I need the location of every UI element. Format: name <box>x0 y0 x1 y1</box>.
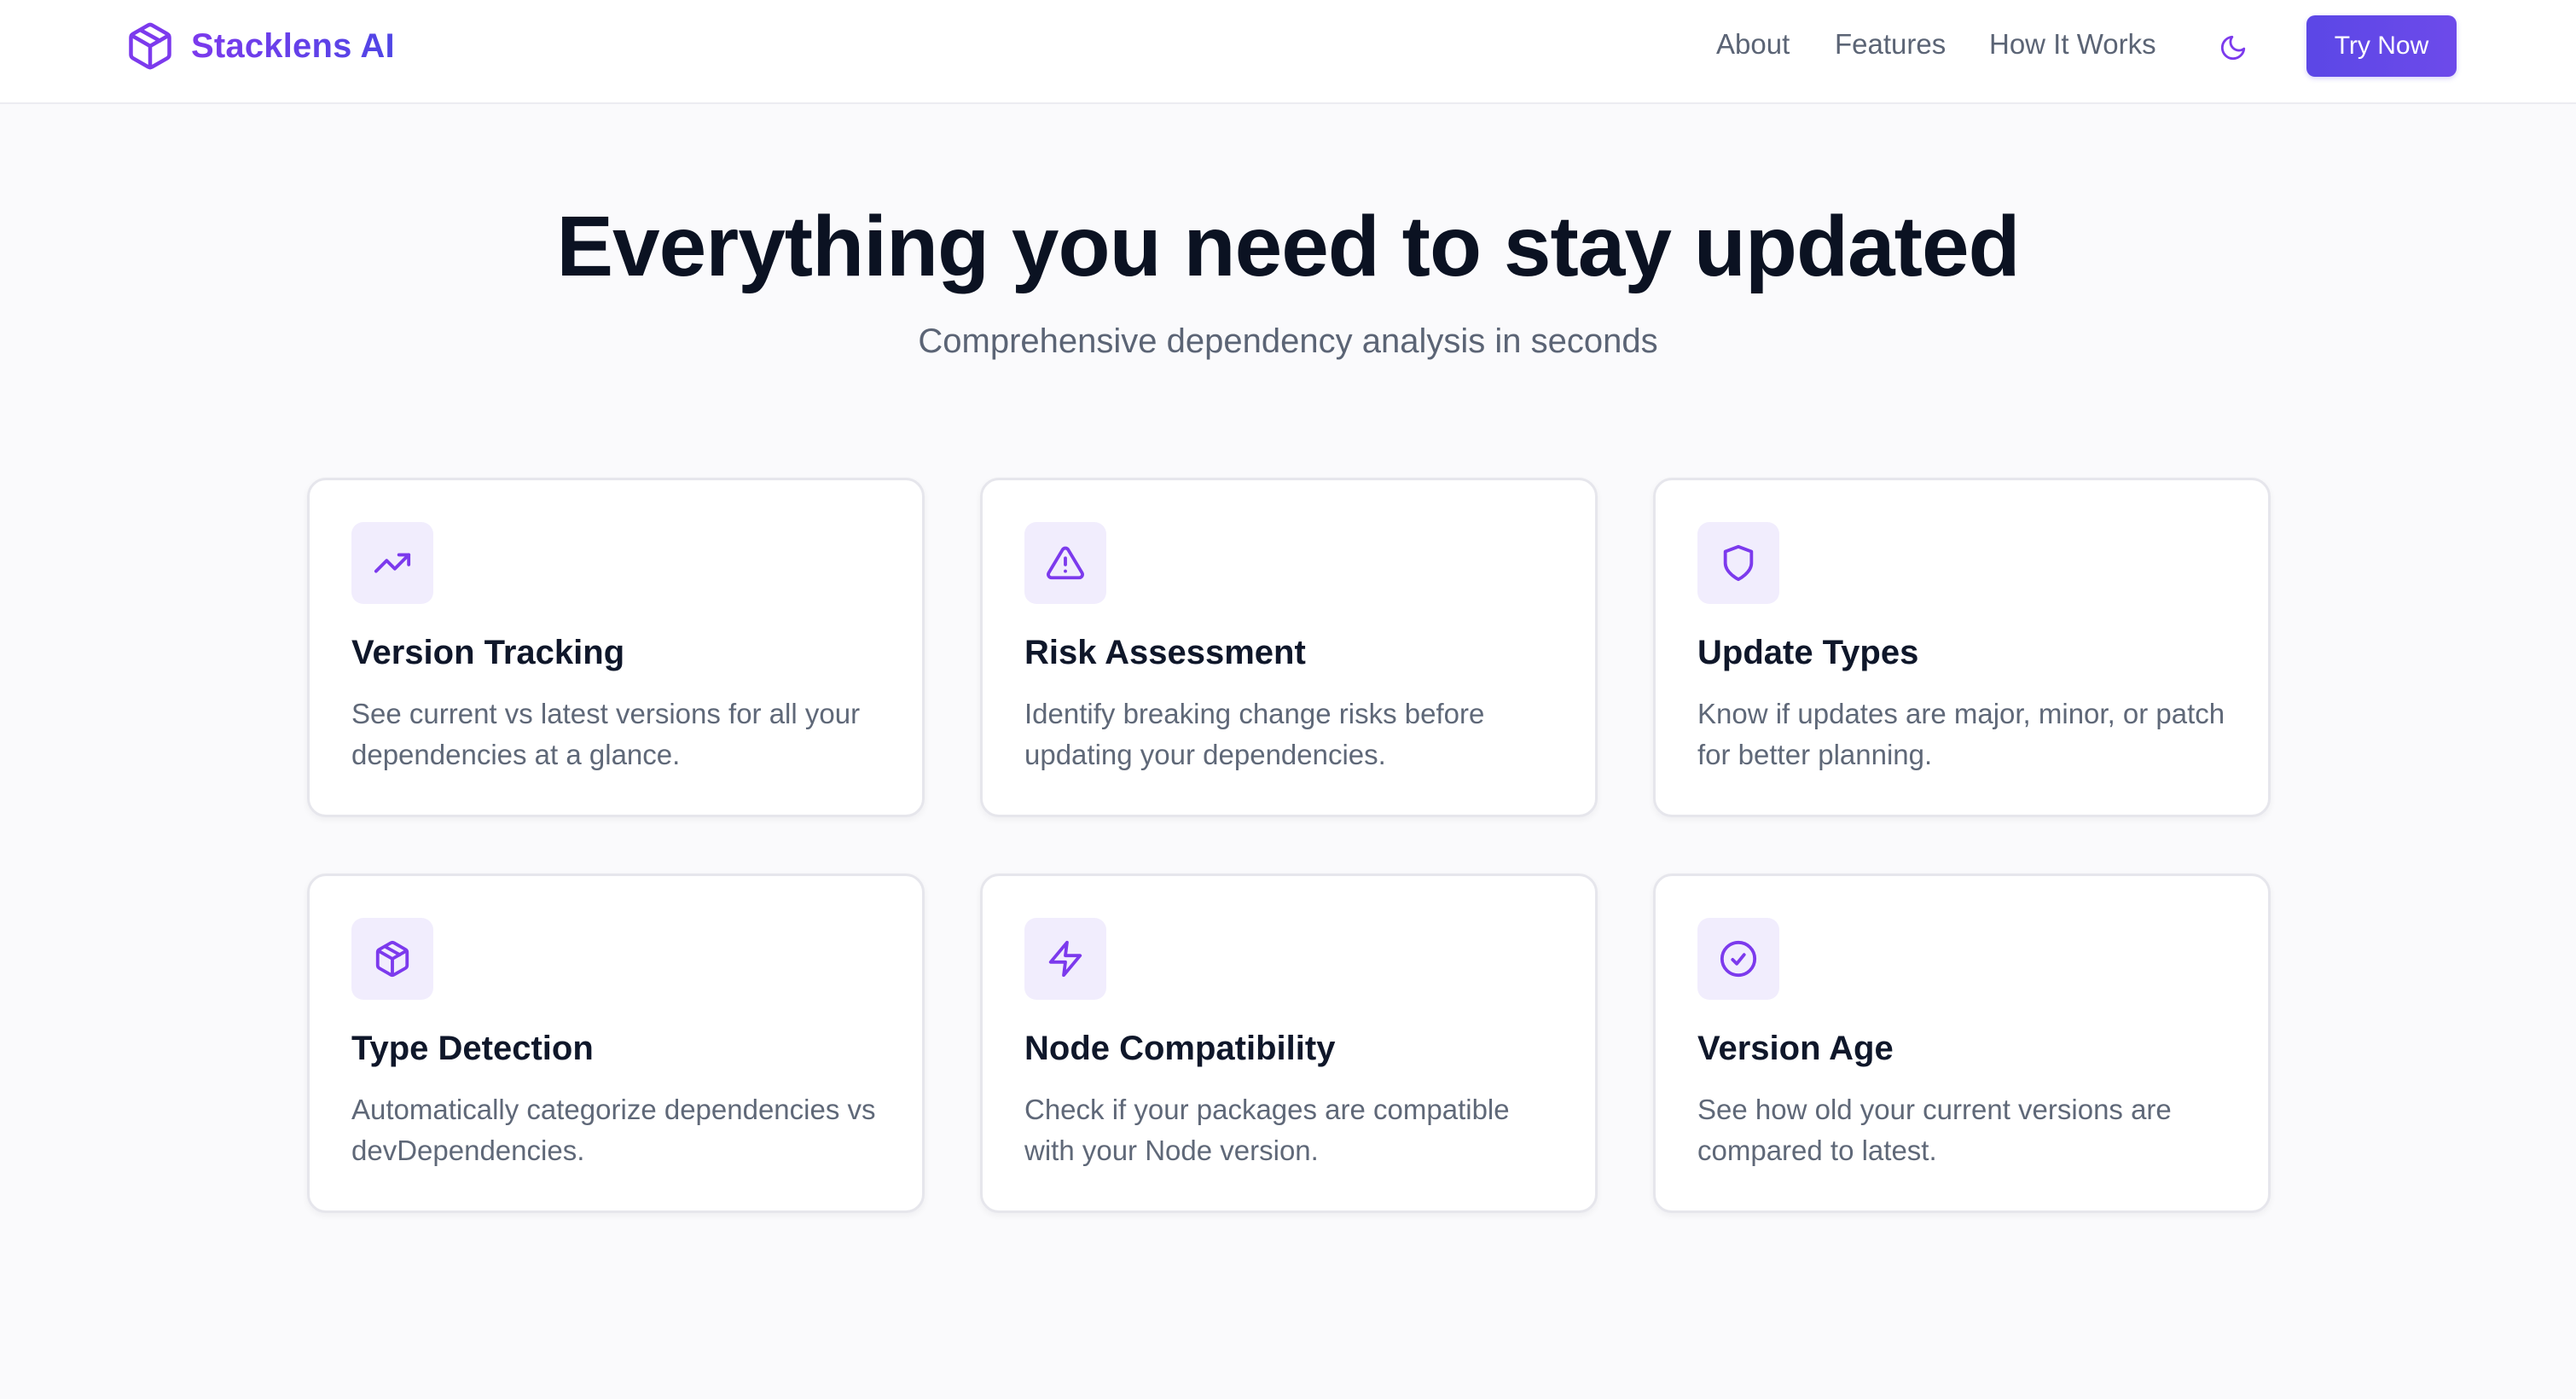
moon-icon <box>2220 35 2246 61</box>
shield-icon <box>1723 544 1754 582</box>
alert-triangle-icon <box>1047 546 1084 580</box>
package-icon <box>375 940 409 978</box>
feature-title: Version Tracking <box>351 634 625 671</box>
feature-icon-badge <box>1697 522 1779 604</box>
feature-description: See current vs latest versions for all y… <box>351 698 861 770</box>
feature-description: See how old your current versions are co… <box>1697 1094 2172 1166</box>
feature-title: Node Compatibility <box>1024 1030 1336 1067</box>
hero-title: Everything you need to stay updated <box>556 199 2020 294</box>
feature-title: Update Types <box>1697 634 1919 671</box>
top-navbar: Stacklens AI About Features How It Works… <box>0 0 2576 104</box>
feature-title: Version Age <box>1697 1030 1894 1067</box>
feature-card-update-types: Update Types Know if updates are major, … <box>1653 478 2271 817</box>
trending-up-icon <box>374 553 411 573</box>
feature-title: Risk Assessment <box>1024 634 1306 671</box>
feature-card-type-detection: Type Detection Automatically categorize … <box>307 874 925 1213</box>
feature-card-version-age: Version Age See how old your current ver… <box>1653 874 2271 1213</box>
try-now-button[interactable]: Try Now <box>2306 15 2457 77</box>
feature-icon-badge <box>1697 918 1779 1000</box>
brand-name: Stacklens AI <box>191 26 395 65</box>
feature-title: Type Detection <box>351 1030 594 1067</box>
nav-link-about[interactable]: About <box>1716 28 1790 61</box>
feature-description: Automatically categorize dependencies vs… <box>351 1094 876 1166</box>
brand-logo-link[interactable]: Stacklens AI <box>125 19 395 73</box>
feature-icon-badge <box>351 522 433 604</box>
feature-icon-badge <box>1024 522 1106 604</box>
nav-link-how-it-works[interactable]: How It Works <box>1989 28 2156 61</box>
theme-toggle-button[interactable] <box>2213 27 2254 68</box>
lightning-icon <box>1048 940 1082 978</box>
check-circle-icon <box>1720 940 1757 978</box>
feature-description: Check if your packages are compatible wi… <box>1024 1094 1510 1166</box>
feature-card-risk-assessment: Risk Assessment Identify breaking change… <box>980 478 1598 817</box>
feature-card-node-compatibility: Node Compatibility Check if your package… <box>980 874 1598 1213</box>
feature-icon-badge <box>1024 918 1106 1000</box>
feature-description: Know if updates are major, minor, or pat… <box>1697 698 2225 770</box>
nav-link-features[interactable]: Features <box>1835 28 1946 61</box>
feature-icon-badge <box>351 918 433 1000</box>
cube-icon <box>129 22 171 70</box>
feature-description: Identify breaking change risks before up… <box>1024 698 1485 770</box>
feature-card-version-tracking: Version Tracking See current vs latest v… <box>307 478 925 817</box>
hero-subtitle: Comprehensive dependency analysis in sec… <box>918 322 1658 360</box>
